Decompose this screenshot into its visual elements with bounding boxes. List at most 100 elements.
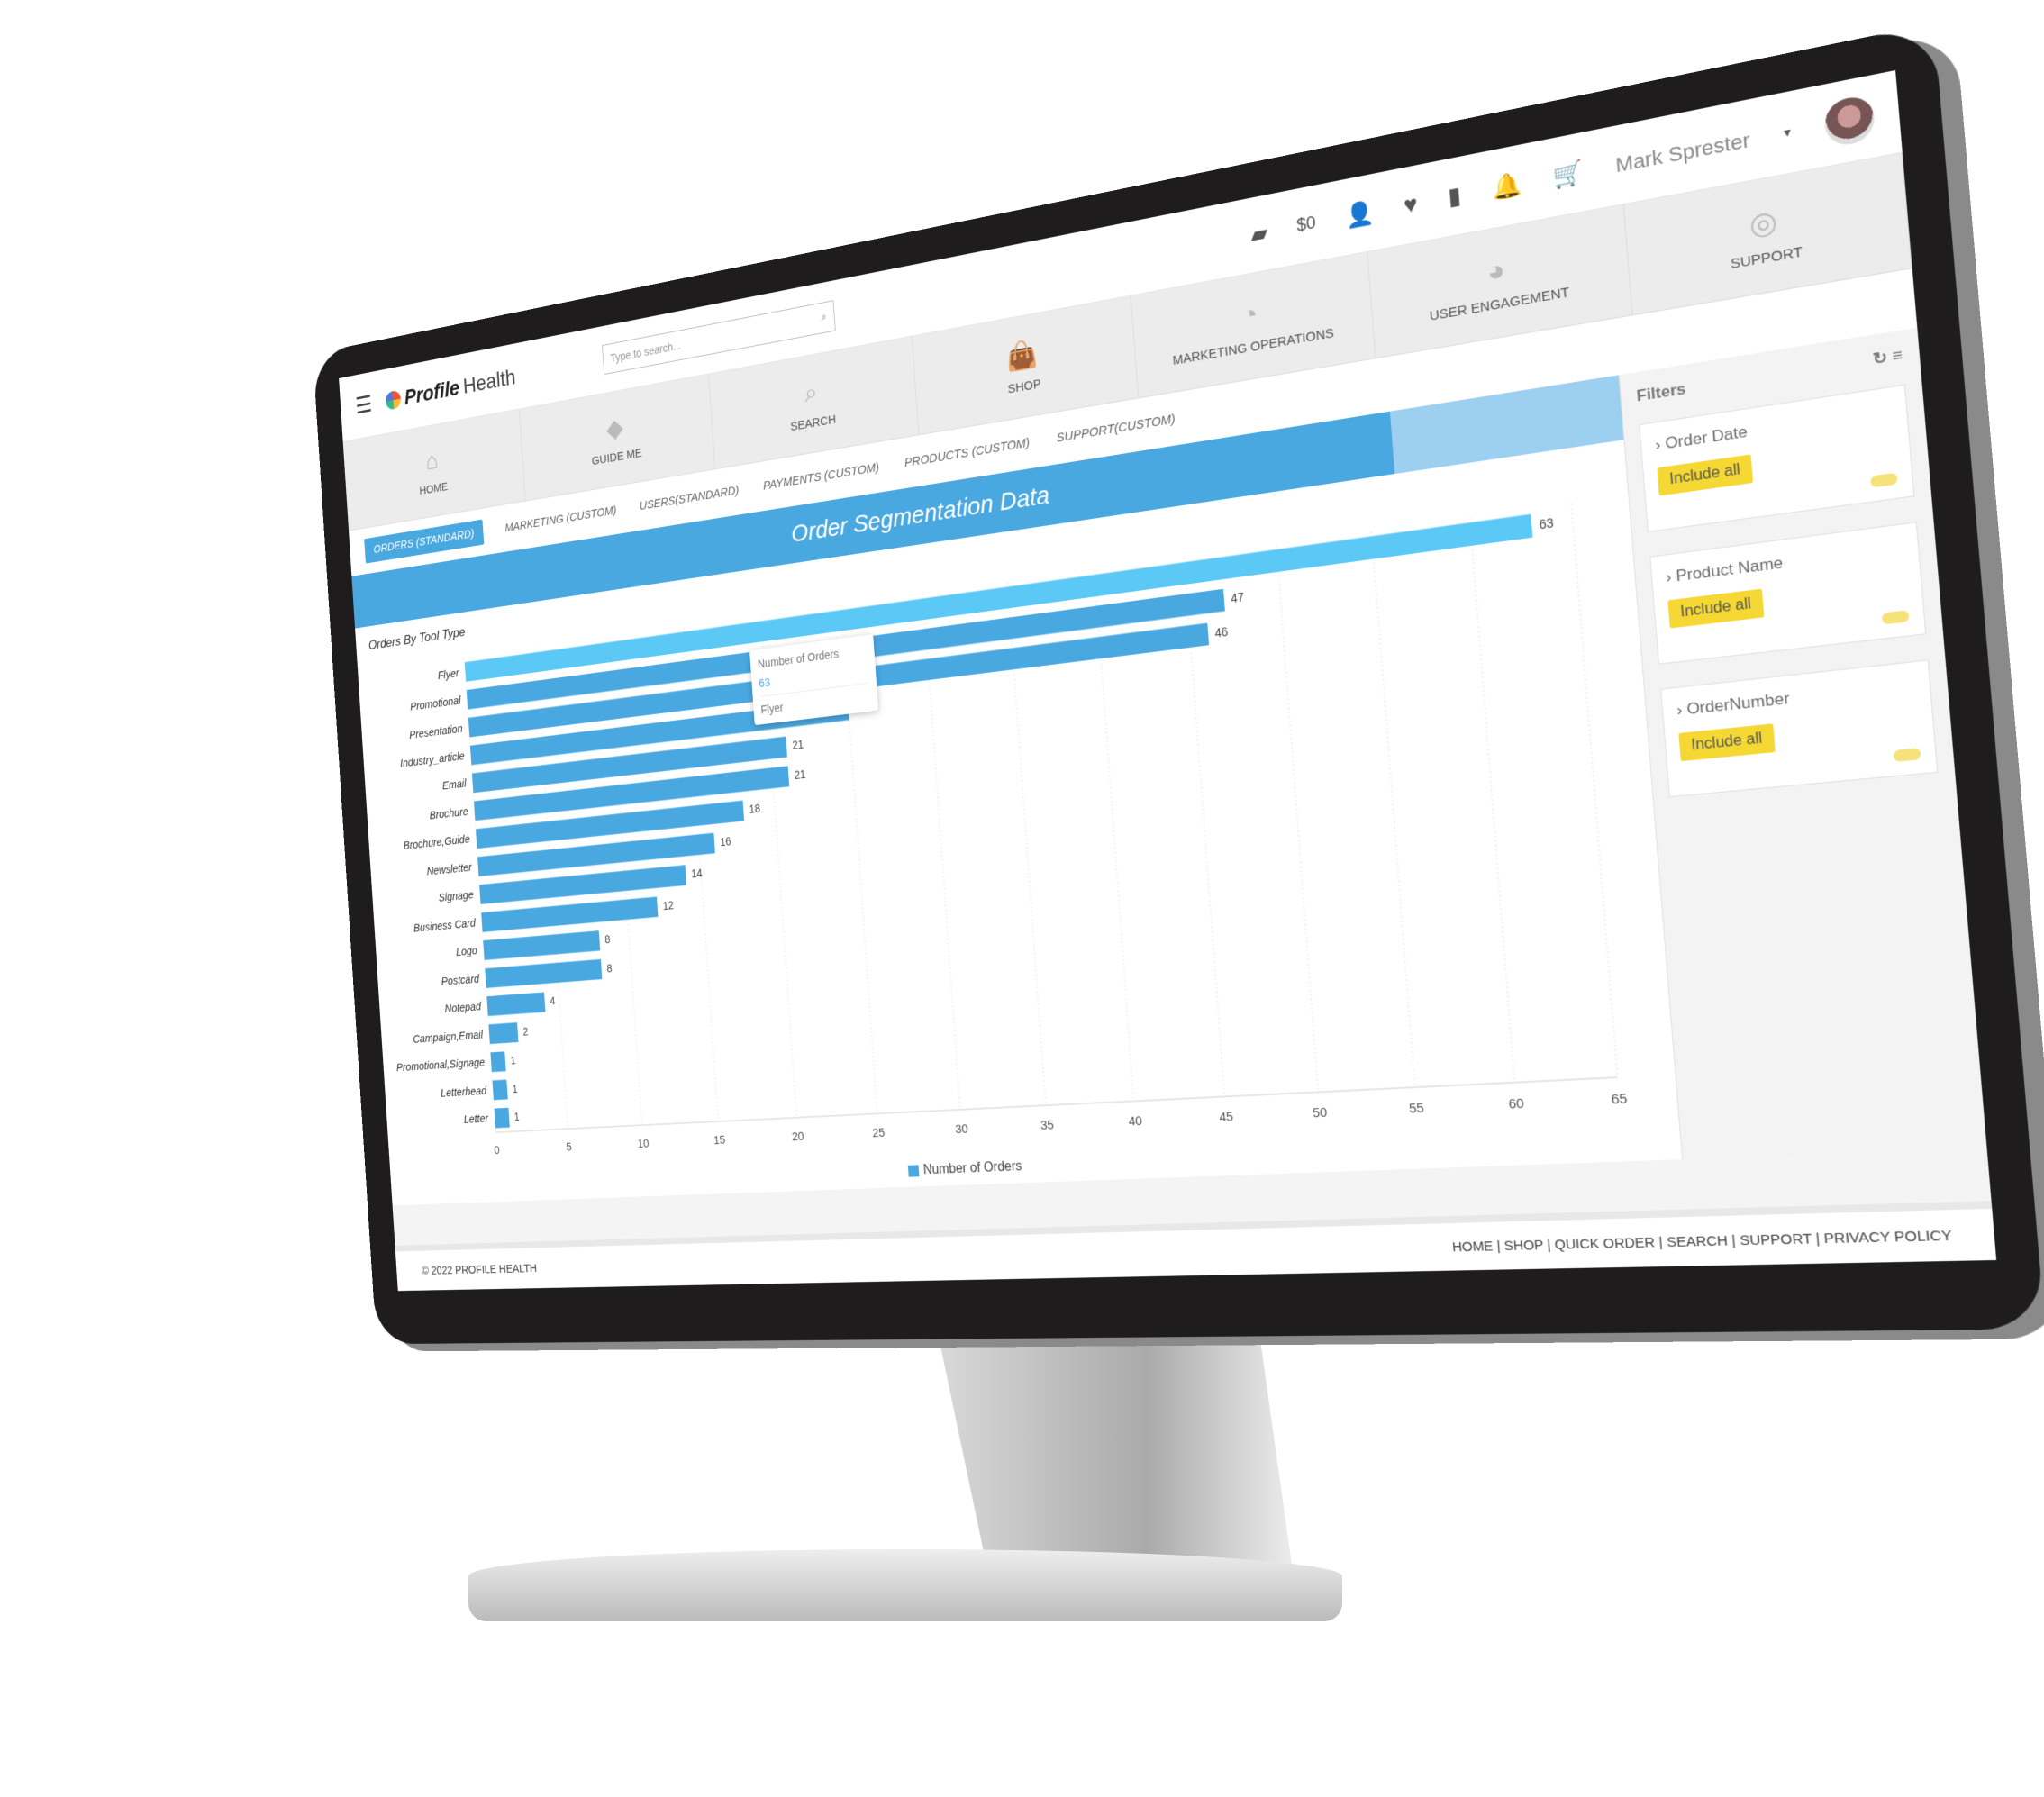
bell-icon[interactable]: 🔔 (1491, 169, 1523, 204)
category-label: Email (442, 777, 468, 793)
bag-icon: 👜 (1005, 337, 1040, 374)
data-label: 46 (1214, 624, 1229, 640)
tab-4[interactable]: PRODUCTS (CUSTOM) (904, 435, 1031, 469)
data-label: 21 (794, 767, 805, 781)
data-label: 21 (792, 739, 804, 752)
x-tick-label: 35 (1040, 1119, 1055, 1133)
tab-2[interactable]: USERS(STANDARD) (639, 484, 739, 513)
bar[interactable] (488, 1022, 519, 1045)
bar[interactable] (486, 992, 546, 1016)
nav-tile-label: SHOP (1007, 377, 1042, 397)
grid-line (1372, 531, 1415, 1087)
x-tick-label: 25 (872, 1126, 886, 1140)
filter-name[interactable]: › Order Date (1654, 401, 1892, 455)
category-label: Promotional,Signage (396, 1057, 486, 1075)
heart-icon[interactable]: ♥ (1403, 189, 1419, 220)
category-label: Business Card (413, 917, 477, 935)
data-label: 1 (513, 1111, 520, 1123)
nav-tile-label: GUIDE ME (591, 446, 643, 468)
search-icon: ⌕ (803, 376, 819, 408)
lifebuoy-icon: ◎ (1748, 203, 1779, 242)
include-all-button[interactable]: Include all (1667, 588, 1765, 629)
x-tick-label: 50 (1313, 1105, 1328, 1121)
data-label: 1 (510, 1055, 516, 1067)
grid-line (1571, 504, 1617, 1077)
diamond-icon: ◆ (605, 412, 624, 444)
x-tick-label: 20 (792, 1130, 804, 1144)
logo-mark-icon (385, 389, 402, 411)
nav-tile-label: SUPPORT (1730, 243, 1803, 273)
legend-swatch (907, 1165, 920, 1177)
avatar[interactable] (1822, 93, 1876, 149)
logo[interactable]: Profile Health (385, 364, 516, 413)
x-tick-label: 30 (955, 1122, 968, 1137)
tab-1[interactable]: MARKETING (CUSTOM) (504, 504, 617, 535)
search-icon[interactable]: ⌕ (821, 310, 827, 324)
balance: $0 (1295, 213, 1317, 236)
x-tick-label: 0 (494, 1144, 500, 1157)
data-label: 16 (720, 835, 731, 849)
bar[interactable] (494, 1107, 510, 1129)
user-icon[interactable]: 👤 (1344, 198, 1375, 231)
refresh-icon[interactable]: ↻ (1872, 348, 1888, 368)
category-label: Industry_article (400, 750, 465, 771)
x-tick-label: 65 (1611, 1092, 1628, 1108)
category-label: Postcard (441, 973, 480, 988)
nav-tile-label: USER ENGAGEMENT (1429, 284, 1570, 324)
wallet-icon[interactable]: ▰ (1249, 219, 1268, 250)
x-axis (495, 1077, 1617, 1132)
data-label: 8 (606, 962, 613, 975)
menu-icon[interactable]: ≡ (1892, 346, 1903, 366)
data-label: 8 (604, 933, 611, 946)
filter-1: › Product Name Include all (1649, 522, 1927, 665)
hamburger-menu-icon[interactable]: ☰ (355, 391, 373, 420)
footer-links[interactable]: HOME | SHOP | QUICK ORDER | SEARCH | SUP… (1451, 1227, 1952, 1255)
legend-label: Number of Orders (922, 1158, 1022, 1178)
x-tick-label: 40 (1128, 1114, 1142, 1130)
category-label: Flyer (437, 667, 459, 682)
logo-bold: Profile (403, 375, 460, 409)
filter-name[interactable]: › Product Name (1665, 539, 1903, 587)
tab-5[interactable]: SUPPORT(CUSTOM) (1056, 412, 1176, 446)
screen: ☰ Profile Health Type to search... ⌕ ▰ $0 … (339, 69, 1997, 1292)
x-tick-label: 45 (1219, 1110, 1234, 1125)
chevron-down-icon[interactable]: ▾ (1783, 123, 1791, 141)
grid-line (1470, 518, 1515, 1083)
data-label: 2 (522, 1025, 529, 1038)
filter-toggle[interactable] (1881, 610, 1910, 625)
filter-toggle[interactable] (1869, 472, 1898, 488)
footer: © 2022 PROFILE HEALTH HOME | SHOP | QUIC… (395, 1201, 1997, 1292)
category-label: Signage (438, 889, 474, 905)
filter-toggle[interactable] (1893, 748, 1921, 762)
filter-name[interactable]: › OrderNumber (1676, 676, 1915, 720)
user-name[interactable]: Mark Sprester (1614, 128, 1750, 177)
include-all-button[interactable]: Include all (1678, 723, 1776, 762)
nav-tile-label: SEARCH (789, 412, 837, 434)
search-placeholder: Type to search... (609, 338, 682, 365)
cart-icon[interactable]: 🛒 (1552, 158, 1585, 192)
gauge-icon: ◔ (1240, 296, 1259, 331)
filter-label: Order Date (1664, 422, 1749, 453)
chart-tooltip: Number of Orders 63 Flyer (749, 633, 879, 726)
document-icon[interactable]: ▮ (1447, 181, 1462, 212)
category-label: Letter (463, 1112, 489, 1127)
bar[interactable] (492, 1079, 508, 1101)
bar[interactable] (485, 958, 603, 988)
bar[interactable] (490, 1051, 506, 1073)
bar[interactable] (481, 896, 659, 932)
tab-3[interactable]: PAYMENTS (CUSTOM) (763, 460, 880, 493)
nav-tile-label: MARKETING OPERATIONS (1172, 324, 1335, 368)
pie-icon: ◕ (1485, 251, 1506, 288)
bar[interactable] (483, 930, 601, 960)
data-label: 12 (662, 899, 674, 912)
filter-label: OrderNumber (1685, 689, 1791, 719)
data-label: 63 (1539, 515, 1554, 531)
include-all-button[interactable]: Include all (1657, 454, 1754, 496)
x-tick-label: 15 (713, 1134, 726, 1148)
x-tick-label: 55 (1409, 1101, 1425, 1116)
nav-tile-label: HOME (419, 479, 449, 498)
monitor-stand-base (468, 1549, 1342, 1621)
data-label: 14 (691, 867, 703, 881)
tab-0[interactable]: ORDERS (STANDARD) (364, 519, 485, 564)
x-tick-label: 10 (637, 1137, 650, 1150)
